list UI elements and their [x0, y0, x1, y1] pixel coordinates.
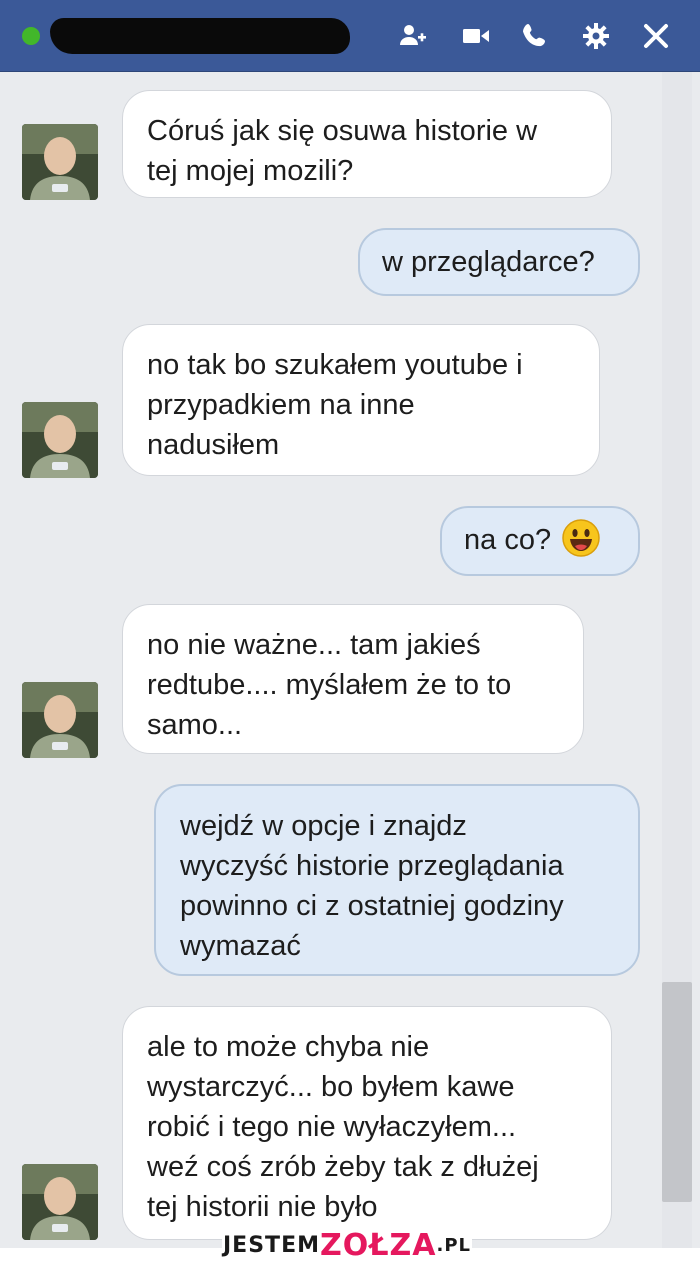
outgoing-message: na co?: [440, 506, 640, 576]
incoming-message: ale to może chyba nie wystarczyć... bo b…: [122, 1006, 612, 1240]
message-text-line: tej mojej mozili?: [147, 155, 354, 187]
smiley-emoji-icon: [561, 518, 601, 558]
message-text-row: na co?: [464, 518, 616, 560]
incoming-message: no nie ważne... tam jakieś redtube.... m…: [122, 604, 584, 754]
incoming-message: no tak bo szukałem youtube i przypadkiem…: [122, 324, 600, 476]
watermark-text-part: ZOŁZA: [320, 1227, 437, 1263]
message-text-line: redtube.... myślałem że to to: [147, 669, 512, 701]
avatar[interactable]: [22, 1164, 98, 1240]
redacted-contact-name[interactable]: [50, 18, 350, 54]
close-icon[interactable]: [638, 18, 674, 54]
avatar[interactable]: [22, 402, 98, 478]
add-person-icon[interactable]: [394, 18, 430, 54]
message-text-line: w przeglądarce?: [382, 246, 595, 278]
message-text-line: samo...: [147, 709, 243, 741]
avatar[interactable]: [22, 682, 98, 758]
scrollbar-thumb[interactable]: [662, 982, 692, 1202]
video-call-icon[interactable]: [458, 18, 494, 54]
message-text-line: ale to może chyba nie: [147, 1031, 430, 1063]
phone-call-icon[interactable]: [518, 18, 554, 54]
message-text-line: wyczyść historie przeglądania: [180, 850, 564, 882]
message-text-line: przypadkiem na inne: [147, 389, 415, 421]
message-text-line: wystarczyć... bo byłem kawe: [147, 1071, 515, 1103]
settings-gear-icon[interactable]: [578, 18, 614, 54]
message-text-line: tej historii nie było: [147, 1191, 378, 1223]
message-text-line: robić i tego nie wyłaczyłem...: [147, 1111, 517, 1143]
outgoing-message: w przeglądarce?: [358, 228, 640, 296]
message-text-line: powinno ci z ostatniej godziny: [180, 890, 564, 922]
chat-conversation[interactable]: Córuś jak się osuwa historie w tej mojej…: [0, 72, 700, 1248]
message-text-line: nadusiłem: [147, 429, 280, 461]
watermark-text-part: .PL: [436, 1234, 471, 1256]
message-text-line: wejdź w opcje i znajdz: [180, 810, 467, 842]
chat-header: [0, 0, 700, 72]
message-text-line: weź coś zrób żeby tak z dłużej: [147, 1151, 539, 1183]
message-text-line: na co?: [464, 524, 552, 556]
outgoing-message: wejdź w opcje i znajdz wyczyść historie …: [154, 784, 640, 976]
avatar[interactable]: [22, 124, 98, 200]
watermark-text-part: JESTEM: [223, 1232, 320, 1258]
online-status-dot: [22, 27, 40, 45]
message-text-line: wymazać: [180, 930, 301, 962]
message-text-line: Córuś jak się osuwa historie w: [147, 115, 538, 147]
incoming-message: Córuś jak się osuwa historie w tej mojej…: [122, 90, 612, 198]
message-text-line: no tak bo szukałem youtube i: [147, 349, 523, 381]
message-text-line: no nie ważne... tam jakieś: [147, 629, 481, 661]
site-watermark: JESTEM ZOŁZA .PL: [222, 1226, 472, 1264]
